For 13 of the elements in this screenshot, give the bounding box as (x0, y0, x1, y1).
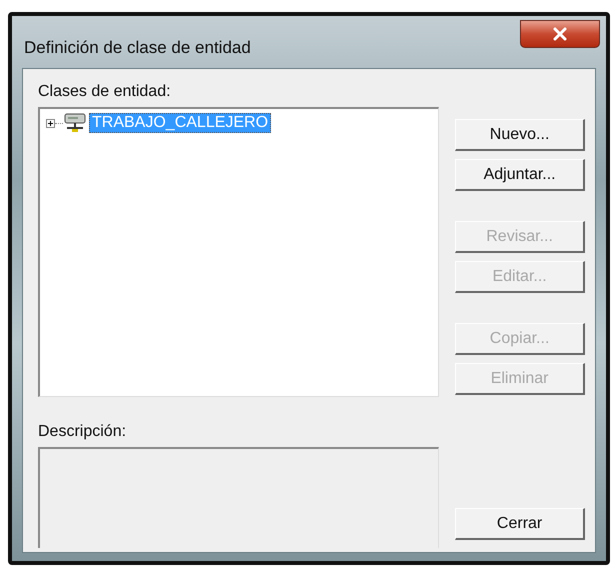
close-icon (552, 27, 568, 41)
classes-label: Clases de entidad: (38, 83, 172, 101)
close-button[interactable] (520, 20, 600, 48)
expand-icon[interactable] (46, 118, 55, 128)
action-button[interactable]: Nuevo... (455, 119, 585, 151)
description-field[interactable] (38, 447, 440, 548)
window-title: Definición de clase de entidad (24, 38, 251, 58)
tree-item[interactable]: TRABAJO_CALLEJERO (89, 113, 272, 133)
description-label: Descripción: (38, 423, 128, 441)
server-icon (63, 113, 87, 133)
action-button[interactable]: Adjuntar... (455, 159, 585, 191)
class-tree[interactable]: TRABAJO_CALLEJERO (38, 107, 440, 397)
close-dialog-button[interactable]: Cerrar (455, 508, 585, 540)
